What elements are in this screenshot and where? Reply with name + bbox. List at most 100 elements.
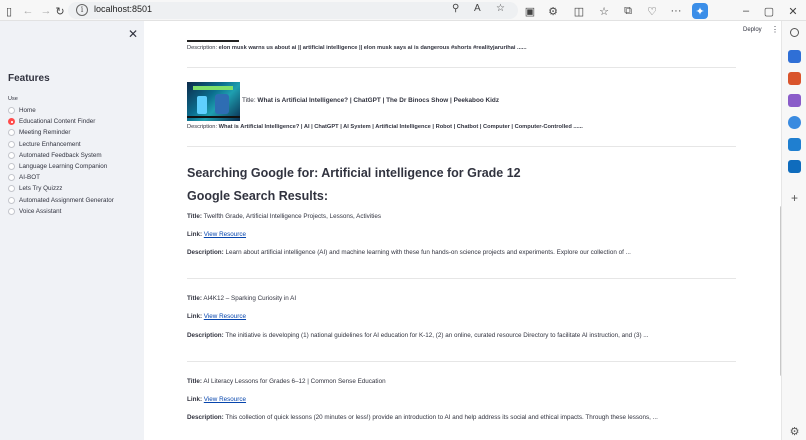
- result-title-row: Title: AI4K12 – Sparking Curiosity in AI: [187, 295, 296, 302]
- result-title-row: Title: AI Literacy Lessons for Grades 6–…: [187, 378, 386, 385]
- result-description: Learn about artificial intelligence (AI)…: [225, 249, 631, 256]
- deploy-button[interactable]: Deploy: [743, 27, 762, 33]
- sidebar-title: Features: [8, 73, 50, 84]
- radio-option-automated-assignment-generator[interactable]: Automated Assignment Generator: [8, 195, 114, 206]
- browser-essentials-icon[interactable]: ♡: [644, 3, 660, 19]
- result-link-label: Link:: [187, 313, 203, 320]
- description-text: elon musk warns us about ai || artificia…: [218, 45, 527, 51]
- radio-circle: [8, 129, 15, 137]
- title-label: Title:: [242, 97, 256, 104]
- add-icon[interactable]: +: [788, 192, 801, 205]
- result-title-label: Title:: [187, 378, 202, 385]
- site-info-icon[interactable]: i: [76, 4, 88, 16]
- refresh-icon[interactable]: ↻: [52, 3, 68, 19]
- result-description-label: Description:: [187, 414, 224, 421]
- back-icon[interactable]: ←: [20, 3, 36, 19]
- browser-sidebar: + ⚙: [781, 21, 806, 440]
- radio-option-language-learning-companion[interactable]: Language Learning Companion: [8, 161, 114, 172]
- browser-toolbar: ▯ ← → ↻ i localhost:8501 ⚲ A ☆ ▣ ⚙ ◫ ☆ ⧉…: [0, 0, 806, 21]
- outlook-icon[interactable]: [788, 160, 801, 173]
- radio-option-voice-assistant[interactable]: Voice Assistant: [8, 206, 114, 217]
- radio-option-home[interactable]: Home: [8, 105, 114, 116]
- result-description: This collection of quick lessons (20 min…: [225, 414, 658, 421]
- radio-option-lets-try-quizzz[interactable]: Lets Try Quizzz: [8, 183, 114, 194]
- read-aloud-icon[interactable]: A: [474, 3, 481, 14]
- result-description-label: Description:: [187, 249, 224, 256]
- media-icon[interactable]: ▣: [522, 3, 538, 19]
- minimize-icon[interactable]: –: [738, 3, 754, 19]
- radio-circle: [8, 151, 15, 159]
- shopping-tag-icon[interactable]: [788, 50, 801, 63]
- divider: [187, 278, 736, 279]
- people-icon[interactable]: [788, 94, 801, 107]
- radio-option-meeting-reminder[interactable]: Meeting Reminder: [8, 127, 114, 138]
- maximize-icon[interactable]: ▢: [761, 3, 777, 19]
- result-title-row: Title: Twelfth Grade, Artificial Intelli…: [187, 213, 381, 220]
- result-link-row: Link: View Resource: [187, 313, 246, 320]
- result-description-label: Description:: [187, 332, 224, 339]
- radio-label: Lecture Enhancement: [19, 140, 81, 148]
- page-scrollbar[interactable]: [780, 206, 781, 376]
- description-text: What is Artificial Intelligence? | AI | …: [218, 124, 583, 130]
- result-title-label: Title:: [187, 295, 202, 302]
- close-window-icon[interactable]: ✕: [785, 3, 801, 19]
- favorites-icon[interactable]: ☆: [596, 3, 612, 19]
- radio-option-educational-content-finder[interactable]: Educational Content Finder: [8, 116, 114, 127]
- divider: [187, 146, 736, 147]
- settings-gear-icon[interactable]: ⚙: [788, 426, 801, 439]
- radio-circle: [8, 207, 15, 215]
- divider: [187, 361, 736, 362]
- address-url[interactable]: localhost:8501: [94, 4, 152, 14]
- result-link-label: Link:: [187, 231, 203, 238]
- video-thumbnail[interactable]: [187, 82, 240, 121]
- radio-circle-selected: [8, 118, 15, 126]
- radio-option-automated-feedback-system[interactable]: Automated Feedback System: [8, 150, 114, 161]
- radio-label: Language Learning Companion: [19, 163, 108, 171]
- radio-circle: [8, 163, 15, 171]
- search-icon[interactable]: [790, 28, 799, 37]
- radio-label: Voice Assistant: [19, 207, 62, 215]
- tab-actions-icon[interactable]: ▯: [1, 3, 17, 19]
- zoom-icon[interactable]: ⚲: [452, 3, 459, 14]
- result-description: The initiative is developing (1) nationa…: [225, 332, 649, 339]
- view-resource-link[interactable]: View Resource: [204, 313, 246, 320]
- radio-label: AI-BOT: [19, 174, 40, 182]
- address-bar[interactable]: i localhost:8501 ⚲ A ☆: [68, 2, 518, 19]
- main-menu-icon[interactable]: ⋮: [771, 25, 779, 34]
- radio-label: Meeting Reminder: [19, 129, 71, 137]
- result-description-row: Description: The initiative is developin…: [187, 332, 649, 339]
- video-description: Description: elon musk warns us about ai…: [187, 45, 527, 51]
- video-thumbnail-edge: [187, 40, 239, 42]
- search-heading: Searching Google for: Artificial intelli…: [187, 166, 521, 180]
- favorite-star-icon[interactable]: ☆: [496, 3, 505, 14]
- radio-group-label: Use: [8, 96, 18, 102]
- split-screen-icon[interactable]: ◫: [571, 3, 587, 19]
- app-sidebar: ✕ Features Use Home Educational Content …: [0, 21, 144, 440]
- result-title-label: Title:: [187, 213, 202, 220]
- collections-icon[interactable]: ⧉: [620, 3, 636, 19]
- radio-option-ai-bot[interactable]: AI-BOT: [8, 172, 114, 183]
- radio-option-lecture-enhancement[interactable]: Lecture Enhancement: [8, 139, 114, 150]
- extensions-icon[interactable]: ⚙: [545, 3, 561, 19]
- close-sidebar-icon[interactable]: ✕: [128, 27, 138, 41]
- radio-label: Home: [19, 107, 36, 115]
- send-icon[interactable]: [788, 138, 801, 151]
- more-icon[interactable]: ···: [668, 3, 684, 19]
- copilot-sidebar-icon[interactable]: [788, 116, 801, 129]
- feature-radio-group: Home Educational Content Finder Meeting …: [8, 105, 114, 217]
- copilot-icon[interactable]: ✦: [692, 3, 708, 19]
- result-link-row: Link: View Resource: [187, 231, 246, 238]
- result-description-row: Description: This collection of quick le…: [187, 414, 658, 421]
- result-description-row: Description: Learn about artificial inte…: [187, 249, 631, 256]
- radio-label: Automated Assignment Generator: [19, 196, 114, 204]
- video-title: What is Artificial Intelligence? | ChatG…: [257, 97, 500, 104]
- result-link-label: Link:: [187, 396, 203, 403]
- divider: [187, 67, 736, 68]
- radio-circle: [8, 185, 15, 193]
- radio-label: Automated Feedback System: [19, 151, 102, 159]
- view-resource-link[interactable]: View Resource: [204, 231, 246, 238]
- radio-label: Educational Content Finder: [19, 118, 96, 126]
- radio-circle: [8, 196, 15, 204]
- view-resource-link[interactable]: View Resource: [204, 396, 246, 403]
- tools-icon[interactable]: [788, 72, 801, 85]
